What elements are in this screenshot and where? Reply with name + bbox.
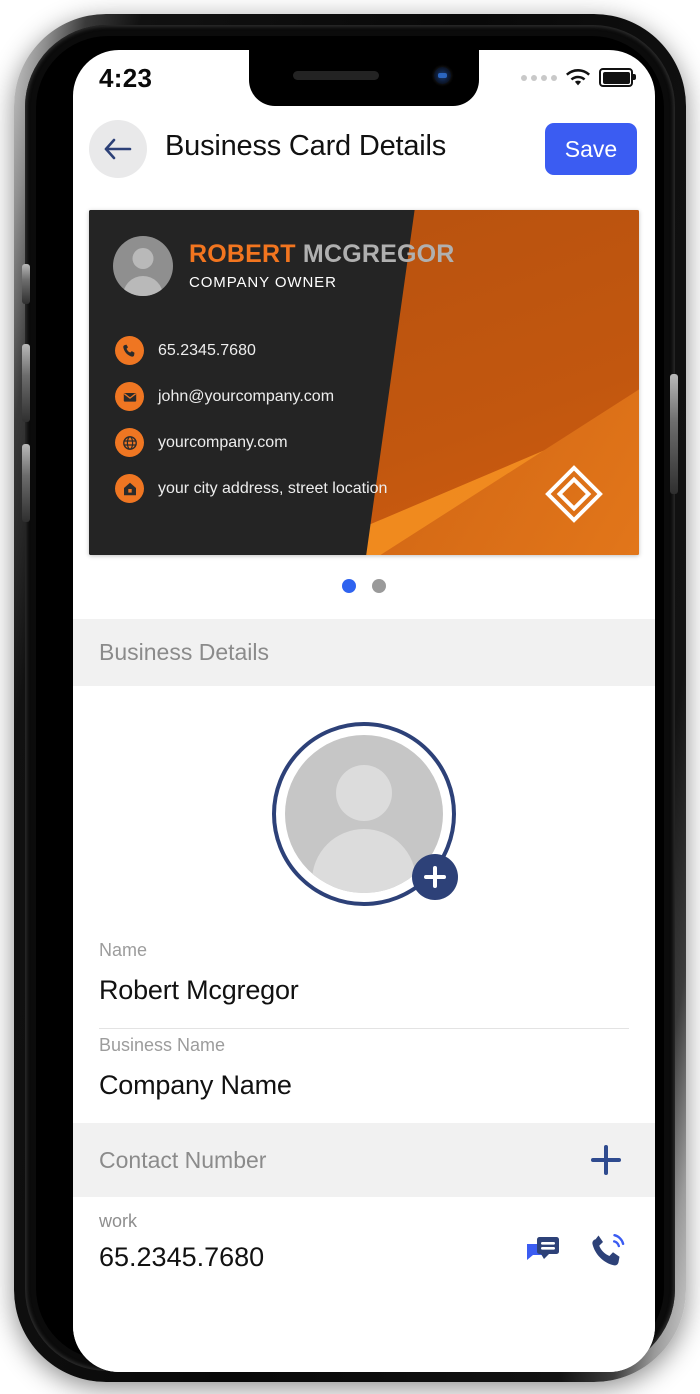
earpiece-speaker [293, 71, 379, 80]
volume-up-button[interactable] [22, 344, 30, 422]
section-title: Contact Number [99, 1146, 267, 1173]
message-button[interactable] [523, 1232, 563, 1268]
call-button[interactable] [589, 1231, 629, 1269]
home-icon [115, 474, 144, 503]
envelope-icon [115, 382, 144, 411]
section-title: Business Details [99, 639, 270, 665]
field-value[interactable]: Robert Mcgregor [99, 975, 629, 1006]
pager-dot-1[interactable] [342, 579, 356, 593]
phone-screen: 4:23 Business Card Details Save ROBERT M… [73, 50, 655, 1372]
diamond-logo-icon [545, 465, 603, 523]
card-contact-row: john@yourcompany.com [115, 382, 387, 411]
field-value[interactable]: Company Name [99, 1070, 629, 1101]
page-title: Business Card Details [165, 130, 447, 162]
app-bar: Business Card Details Save [73, 106, 655, 194]
save-button[interactable]: Save [545, 123, 637, 175]
card-header: ROBERT MCGREGOR COMPANY OWNER [113, 236, 455, 296]
field-business-name[interactable]: Business Name Company Name [73, 1029, 655, 1123]
contact-number-label: work [99, 1211, 138, 1231]
volume-down-button[interactable] [22, 444, 30, 522]
card-contact-text: yourcompany.com [158, 433, 288, 451]
pager-dot-2[interactable] [372, 579, 386, 593]
section-header-business-details: Business Details [73, 619, 655, 686]
add-contact-number-button[interactable] [589, 1143, 623, 1177]
card-contact-row: yourcompany.com [115, 428, 387, 457]
card-last-name: MCGREGOR [302, 240, 455, 269]
card-contact-text: your city address, street location [158, 479, 388, 497]
globe-icon [115, 428, 144, 457]
contact-number-row[interactable]: work 65.2345.7680 [73, 1197, 655, 1293]
wifi-icon [566, 68, 590, 87]
carousel-pager[interactable] [73, 555, 655, 619]
arrow-left-icon [104, 138, 132, 160]
card-first-name: ROBERT [189, 240, 296, 269]
card-contact-text: 65.2345.7680 [158, 341, 256, 359]
card-avatar-icon [113, 236, 173, 296]
card-role: COMPANY OWNER [189, 273, 337, 291]
business-card-carousel[interactable]: ROBERT MCGREGOR COMPANY OWNER 65.2345.76… [73, 194, 655, 555]
camera-lens-highlight [438, 73, 447, 78]
message-bubble-icon [527, 1237, 559, 1260]
power-button[interactable] [670, 374, 678, 494]
front-camera [434, 67, 451, 84]
phone-call-icon [592, 1234, 625, 1266]
scroll-content[interactable]: ROBERT MCGREGOR COMPANY OWNER 65.2345.76… [73, 194, 655, 1372]
phone-device: 4:23 Business Card Details Save ROBERT M… [14, 14, 686, 1382]
card-contact-row: your city address, street location [115, 474, 387, 503]
profile-avatar[interactable] [272, 722, 458, 906]
card-contact-row: 65.2345.7680 [115, 336, 387, 365]
section-header-contact-number: Contact Number [73, 1123, 655, 1197]
field-label: Business Name [99, 1035, 226, 1055]
status-indicators [521, 68, 636, 87]
business-card-preview[interactable]: ROBERT MCGREGOR COMPANY OWNER 65.2345.76… [89, 210, 639, 555]
contact-number-info: work 65.2345.7680 [99, 1211, 264, 1273]
profile-photo-block [73, 686, 655, 934]
screenshot-stage: 4:23 Business Card Details Save ROBERT M… [0, 0, 700, 1394]
card-contact-list: 65.2345.7680 john@yourcompany.com yourco… [115, 336, 387, 503]
phone-icon [115, 336, 144, 365]
silent-switch[interactable] [22, 264, 30, 304]
card-name: ROBERT MCGREGOR [189, 241, 455, 269]
card-contact-text: john@yourcompany.com [158, 387, 335, 405]
battery-full-icon [599, 68, 636, 87]
device-notch [249, 50, 479, 106]
field-label: Name [99, 940, 148, 960]
field-name[interactable]: Name Robert Mcgregor [73, 934, 655, 1028]
signal-dots-icon [521, 74, 557, 81]
contact-number-value[interactable]: 65.2345.7680 [99, 1242, 264, 1273]
back-button[interactable] [89, 120, 147, 178]
status-time: 4:23 [99, 63, 153, 93]
add-photo-button[interactable] [412, 854, 458, 900]
contact-number-actions [523, 1231, 629, 1273]
